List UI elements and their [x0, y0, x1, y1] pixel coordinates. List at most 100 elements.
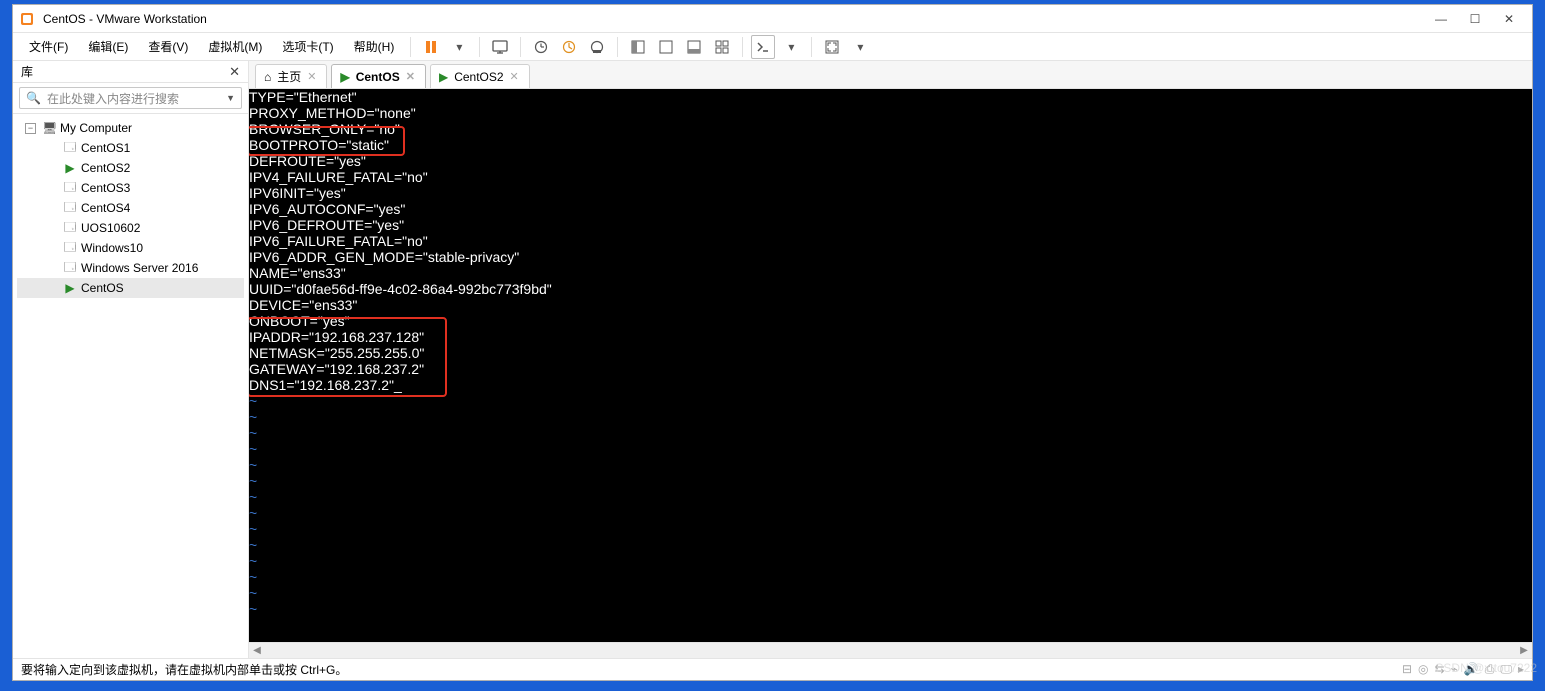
- menu-tabs[interactable]: 选项卡(T): [274, 35, 341, 58]
- menu-edit[interactable]: 编辑(E): [80, 35, 136, 58]
- minimize-button[interactable]: ―: [1424, 8, 1458, 30]
- clock-icon[interactable]: [529, 35, 553, 59]
- tree-root[interactable]: − 🖥 My Computer: [17, 118, 244, 138]
- layout-thumb-icon[interactable]: [682, 35, 706, 59]
- search-row: 🔍 在此处键入内容进行搜索 ▼: [13, 83, 248, 114]
- separator: [410, 37, 411, 57]
- terminal-tilde: ~: [249, 585, 1532, 601]
- statusbar: 要将输入定向到该虚拟机，请在虚拟机内部单击或按 Ctrl+G。 ⊟ ◎ ⇆ ⌁ …: [13, 658, 1532, 680]
- terminal-tilde: ~: [249, 505, 1532, 521]
- tree-item-centos2[interactable]: ▶ CentOS2: [17, 158, 244, 178]
- tree-item-label: CentOS4: [81, 201, 130, 215]
- terminal-tilde: ~: [249, 425, 1532, 441]
- app-window: CentOS - VMware Workstation ― ☐ ✕ 文件(F) …: [12, 4, 1533, 681]
- tree-item-uos[interactable]: 🗔UOS10602: [17, 218, 244, 238]
- terminal-line: ONBOOT="yes": [249, 313, 1532, 329]
- terminal-line: PROXY_METHOD="none": [249, 105, 1532, 121]
- sidebar-close-icon[interactable]: ✕: [229, 64, 240, 80]
- vm-running-icon: ▶: [63, 161, 77, 175]
- tab-label: 主页: [277, 68, 301, 85]
- tab-close-icon[interactable]: ✕: [510, 70, 519, 83]
- vm-icon: 🗔: [63, 258, 77, 279]
- tab-home[interactable]: ⌂主页✕: [255, 64, 327, 88]
- snapshot-icon[interactable]: [488, 35, 512, 59]
- search-input[interactable]: 🔍 在此处键入内容进行搜索 ▼: [19, 87, 242, 109]
- pause-icon[interactable]: [419, 35, 443, 59]
- terminal-line: IPV6_ADDR_GEN_MODE="stable-privacy": [249, 249, 1532, 265]
- layout-left-icon[interactable]: [626, 35, 650, 59]
- revert-icon[interactable]: [557, 35, 581, 59]
- terminal-line: IPV4_FAILURE_FATAL="no": [249, 169, 1532, 185]
- window-title: CentOS - VMware Workstation: [43, 12, 207, 26]
- terminal-line: IPV6INIT="yes": [249, 185, 1532, 201]
- terminal-tilde: ~: [249, 489, 1532, 505]
- horizontal-scrollbar[interactable]: ◀ ▶: [249, 642, 1532, 658]
- manage-icon[interactable]: [585, 35, 609, 59]
- fullscreen-icon[interactable]: [820, 35, 844, 59]
- sidebar: 库 ✕ 🔍 在此处键入内容进行搜索 ▼ − 🖥 My Computer 🗔Cen…: [13, 61, 249, 658]
- scroll-left-icon[interactable]: ◀: [249, 645, 265, 656]
- scroll-track[interactable]: [265, 644, 1516, 658]
- search-placeholder: 在此处键入内容进行搜索: [47, 90, 179, 107]
- terminal-line: IPADDR="192.168.237.128": [249, 329, 1532, 345]
- terminal[interactable]: TYPE="Ethernet"PROXY_METHOD="none"BROWSE…: [249, 89, 1532, 642]
- collapse-icon[interactable]: −: [25, 123, 36, 134]
- dropdown-icon[interactable]: ▾: [779, 35, 803, 59]
- search-icon: 🔍: [26, 91, 41, 105]
- tree-item-win10[interactable]: 🗔 Windows10: [17, 238, 244, 258]
- menu-vm[interactable]: 虚拟机(M): [200, 35, 270, 58]
- terminal-tilde: ~: [249, 569, 1532, 585]
- chevron-down-icon[interactable]: ▼: [226, 93, 235, 103]
- tree-item-label: CentOS2: [81, 161, 130, 175]
- console-icon[interactable]: [751, 35, 775, 59]
- terminal-line: BROWSER_ONLY="no": [249, 121, 1532, 137]
- separator: [811, 37, 812, 57]
- menu-help[interactable]: 帮助(H): [346, 35, 403, 58]
- titlebar: CentOS - VMware Workstation ― ☐ ✕: [13, 5, 1532, 33]
- tab-close-icon[interactable]: ✕: [307, 70, 316, 83]
- tab-label: CentOS2: [454, 70, 503, 84]
- close-button[interactable]: ✕: [1492, 8, 1526, 30]
- tree-item-label: Windows10: [81, 241, 143, 255]
- sidebar-header: 库 ✕: [13, 61, 248, 83]
- layout-single-icon[interactable]: [654, 35, 678, 59]
- vm-icon: 🗔: [63, 198, 77, 219]
- dropdown-icon[interactable]: ▾: [848, 35, 872, 59]
- terminal-line: BOOTPROTO="static": [249, 137, 1532, 153]
- disk-icon[interactable]: ⊟: [1402, 662, 1412, 677]
- terminal-tilde: ~: [249, 393, 1532, 409]
- separator: [742, 37, 743, 57]
- library-tree: − 🖥 My Computer 🗔CentOS1 ▶CentOS2 🗔CentO…: [13, 114, 248, 658]
- app-logo-icon: [19, 11, 35, 27]
- dropdown-icon[interactable]: ▾: [447, 35, 471, 59]
- tab-centos[interactable]: ▶CentOS✕: [331, 64, 425, 88]
- maximize-button[interactable]: ☐: [1458, 8, 1492, 30]
- terminal-tilde: ~: [249, 537, 1532, 553]
- tree-item-centos3[interactable]: 🗔CentOS3: [17, 178, 244, 198]
- tabbar: ⌂主页✕ ▶CentOS✕ ▶CentOS2✕: [249, 61, 1532, 89]
- menu-view[interactable]: 查看(V): [140, 35, 196, 58]
- terminal-tilde: ~: [249, 521, 1532, 537]
- scroll-right-icon[interactable]: ▶: [1516, 645, 1532, 656]
- tree-item-centos[interactable]: ▶CentOS: [17, 278, 244, 298]
- separator: [479, 37, 480, 57]
- tree-item-label: Windows Server 2016: [81, 261, 198, 275]
- terminal-line: NAME="ens33": [249, 265, 1532, 281]
- sidebar-title: 库: [21, 63, 33, 80]
- watermark: CSDN @xttou7222: [1435, 661, 1537, 675]
- separator: [520, 37, 521, 57]
- tab-centos2[interactable]: ▶ CentOS2 ✕: [430, 64, 530, 88]
- layout-multi-icon[interactable]: [710, 35, 734, 59]
- tab-close-icon[interactable]: ✕: [406, 70, 415, 83]
- menu-file[interactable]: 文件(F): [21, 35, 76, 58]
- vm-running-icon: ▶: [439, 70, 448, 84]
- tree-root-label: My Computer: [60, 121, 132, 135]
- vm-icon: 🗔: [63, 138, 77, 159]
- terminal-line: UUID="d0fae56d-ff9e-4c02-86a4-992bc773f9…: [249, 281, 1532, 297]
- tree-item-centos1[interactable]: 🗔CentOS1: [17, 138, 244, 158]
- tree-item-centos4[interactable]: 🗔 CentOS4: [17, 198, 244, 218]
- tree-item-winserver[interactable]: 🗔 Windows Server 2016: [17, 258, 244, 278]
- vm-icon: 🗔: [63, 238, 77, 259]
- tab-label: CentOS: [356, 70, 400, 84]
- cd-icon[interactable]: ◎: [1418, 662, 1428, 677]
